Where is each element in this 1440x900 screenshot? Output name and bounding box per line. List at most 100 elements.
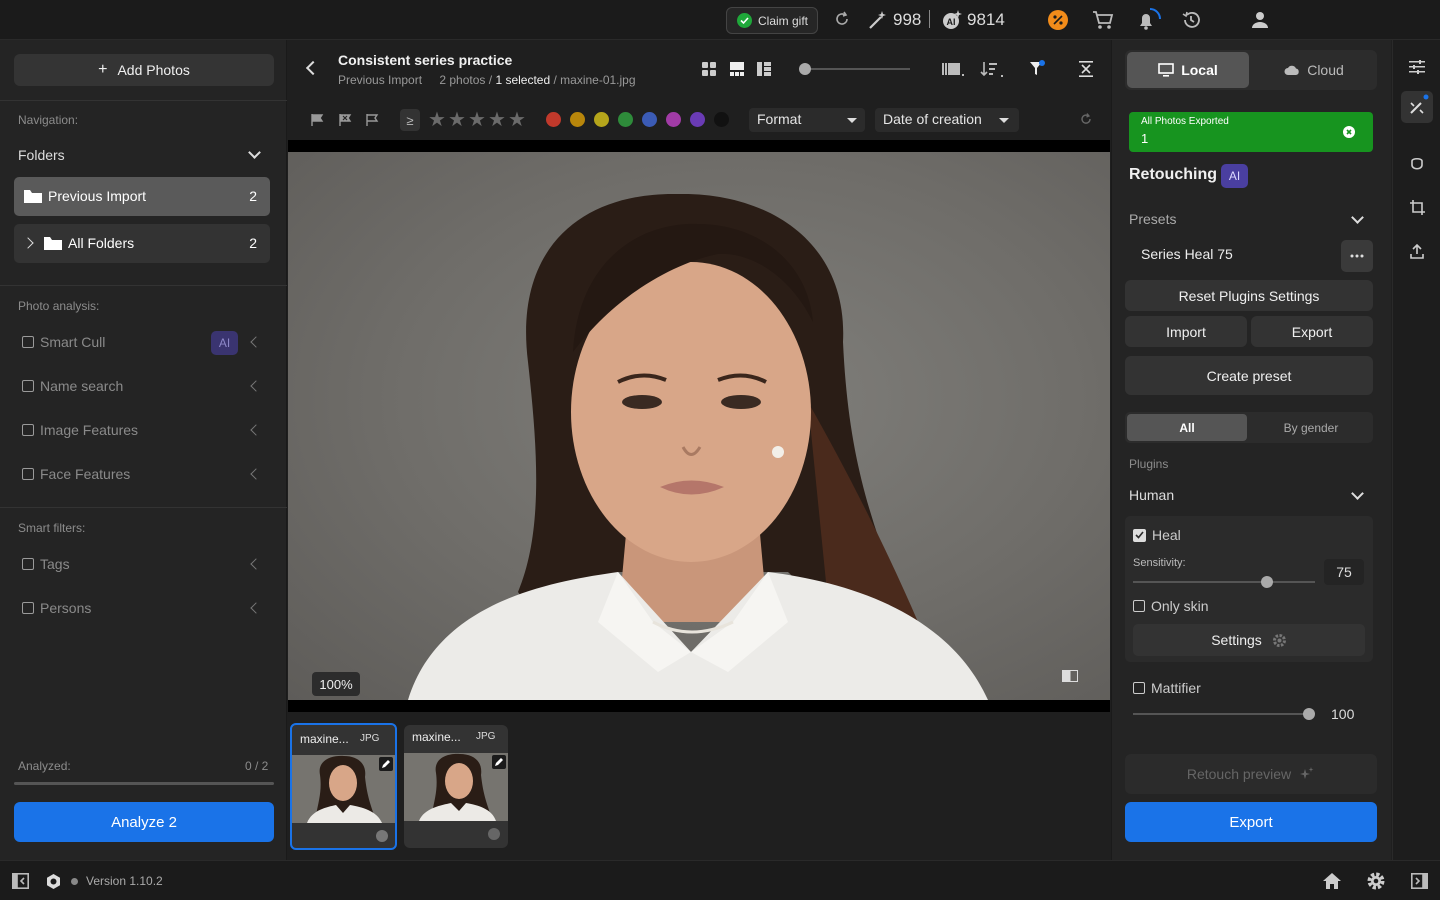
export-preset-button[interactable]: Export: [1251, 316, 1373, 347]
reject-flag-icon[interactable]: [338, 113, 352, 127]
mattifier-slider[interactable]: [1133, 713, 1309, 715]
filter-icon[interactable]: [1029, 60, 1045, 77]
star-icon[interactable]: ★: [468, 110, 486, 130]
checkbox[interactable]: [1133, 682, 1145, 694]
mattifier-checkbox-row[interactable]: Mattifier: [1133, 680, 1201, 696]
toggle-right-panel-icon[interactable]: [1411, 873, 1428, 889]
checkbox[interactable]: [22, 468, 34, 480]
preset-more-button[interactable]: [1341, 240, 1373, 272]
zoom-badge[interactable]: 100%: [312, 672, 360, 696]
heal-settings-button[interactable]: Settings: [1133, 624, 1365, 656]
pick-flag-icon[interactable]: [310, 113, 324, 127]
import-preset-button[interactable]: Import: [1125, 316, 1247, 347]
sensitivity-slider[interactable]: [1133, 581, 1315, 583]
segment-by-gender[interactable]: By gender: [1251, 414, 1371, 441]
tab-local[interactable]: Local: [1127, 52, 1249, 88]
user-icon[interactable]: [1251, 11, 1269, 29]
compare-view-icon[interactable]: [757, 62, 771, 76]
tags-item[interactable]: Tags: [22, 556, 70, 572]
format-select[interactable]: Format: [749, 108, 865, 132]
color-label-dot[interactable]: [570, 112, 585, 127]
persons-item[interactable]: Persons: [22, 600, 91, 616]
segment-all[interactable]: All: [1127, 414, 1247, 441]
presets-header[interactable]: Presets: [1125, 206, 1377, 234]
only-skin-checkbox-row[interactable]: Only skin: [1133, 598, 1209, 614]
star-icon[interactable]: ★: [488, 110, 506, 130]
star-icon[interactable]: ★: [508, 110, 526, 130]
adjustments-icon[interactable]: [1409, 60, 1425, 74]
heal-checkbox-row[interactable]: Heal: [1133, 527, 1181, 543]
edit-pencil-icon[interactable]: [492, 755, 506, 769]
chevron-right-icon[interactable]: [22, 237, 34, 249]
back-button[interactable]: [305, 60, 321, 76]
add-photos-button[interactable]: + Add Photos: [14, 54, 274, 86]
mattifier-slider-knob[interactable]: [1303, 708, 1315, 720]
color-label-dot[interactable]: [594, 112, 609, 127]
date-select[interactable]: Date of creation: [875, 108, 1019, 132]
stack-icon[interactable]: [942, 61, 964, 77]
checkbox[interactable]: [22, 602, 34, 614]
edit-pencil-icon[interactable]: [379, 757, 393, 771]
crop-icon[interactable]: [1410, 200, 1425, 215]
discount-icon[interactable]: [1048, 10, 1068, 30]
sensitivity-slider-knob[interactable]: [1261, 576, 1273, 588]
analyze-button[interactable]: Analyze 2: [14, 802, 274, 842]
folders-header[interactable]: Folders: [14, 140, 274, 170]
refresh-icon[interactable]: [834, 11, 850, 27]
mask-icon[interactable]: [1410, 157, 1424, 172]
rating-operator[interactable]: ≥: [400, 109, 420, 131]
chevron-left-icon[interactable]: [250, 558, 262, 570]
star-icon[interactable]: ★: [448, 110, 466, 130]
settings-gear-icon[interactable]: [1366, 871, 1386, 891]
checkbox[interactable]: [1133, 600, 1145, 612]
checkbox[interactable]: [22, 336, 34, 348]
before-after-icon[interactable]: [1062, 670, 1078, 682]
close-icon[interactable]: [1343, 126, 1355, 138]
star-icon[interactable]: ★: [428, 110, 446, 130]
face-features-item[interactable]: Face Features: [22, 466, 130, 482]
export-button[interactable]: Export: [1125, 802, 1377, 842]
tab-cloud[interactable]: Cloud: [1253, 52, 1375, 88]
retouch-preview-button[interactable]: Retouch preview: [1125, 754, 1377, 794]
sort-icon[interactable]: [980, 60, 1004, 78]
notifications-icon[interactable]: [1136, 6, 1164, 32]
chevron-left-icon[interactable]: [250, 468, 262, 480]
color-label-dot[interactable]: [714, 112, 729, 127]
history-icon[interactable]: [1181, 10, 1201, 30]
checkbox-checked[interactable]: [1133, 528, 1146, 542]
smart-cull-item[interactable]: Smart Cull: [22, 334, 105, 350]
chevron-left-icon[interactable]: [250, 602, 262, 614]
folder-item-previous-import[interactable]: Previous Import 2: [14, 177, 270, 216]
checkbox[interactable]: [22, 380, 34, 392]
toggle-left-panel-icon[interactable]: [12, 873, 29, 889]
photo-preview[interactable]: 100%: [288, 140, 1110, 712]
image-features-item[interactable]: Image Features: [22, 422, 138, 438]
claim-gift-button[interactable]: Claim gift: [726, 7, 818, 34]
chevron-left-icon[interactable]: [250, 336, 262, 348]
thumbnail-card[interactable]: maxine... JPG: [404, 725, 508, 848]
reset-plugins-button[interactable]: Reset Plugins Settings: [1125, 280, 1373, 311]
color-label-dot[interactable]: [642, 112, 657, 127]
export-icon[interactable]: [1410, 244, 1424, 259]
color-label-dot[interactable]: [618, 112, 633, 127]
cart-icon[interactable]: [1092, 10, 1114, 30]
home-icon[interactable]: [1322, 872, 1342, 890]
retouch-tool-icon[interactable]: [1401, 91, 1433, 123]
thumbnail-size-slider[interactable]: [800, 68, 910, 70]
unflagged-icon[interactable]: [365, 113, 379, 127]
folder-item-all-folders[interactable]: All Folders 2: [14, 224, 270, 263]
color-label-dot[interactable]: [546, 112, 561, 127]
sensitivity-value[interactable]: 75: [1324, 559, 1364, 585]
color-label-dot[interactable]: [666, 112, 681, 127]
thumbnail-card[interactable]: maxine... JPG: [290, 723, 397, 850]
thumbnail-size-slider-knob[interactable]: [799, 63, 811, 75]
breadcrumb-folder[interactable]: Previous Import: [338, 73, 422, 87]
create-preset-button[interactable]: Create preset: [1125, 356, 1373, 395]
checkbox[interactable]: [22, 424, 34, 436]
checkbox[interactable]: [22, 558, 34, 570]
preset-selector[interactable]: Series Heal 75: [1125, 238, 1337, 272]
chevron-left-icon[interactable]: [250, 424, 262, 436]
grid-view-icon[interactable]: [702, 62, 716, 76]
chevron-left-icon[interactable]: [250, 380, 262, 392]
collapse-icon[interactable]: [1079, 61, 1093, 77]
